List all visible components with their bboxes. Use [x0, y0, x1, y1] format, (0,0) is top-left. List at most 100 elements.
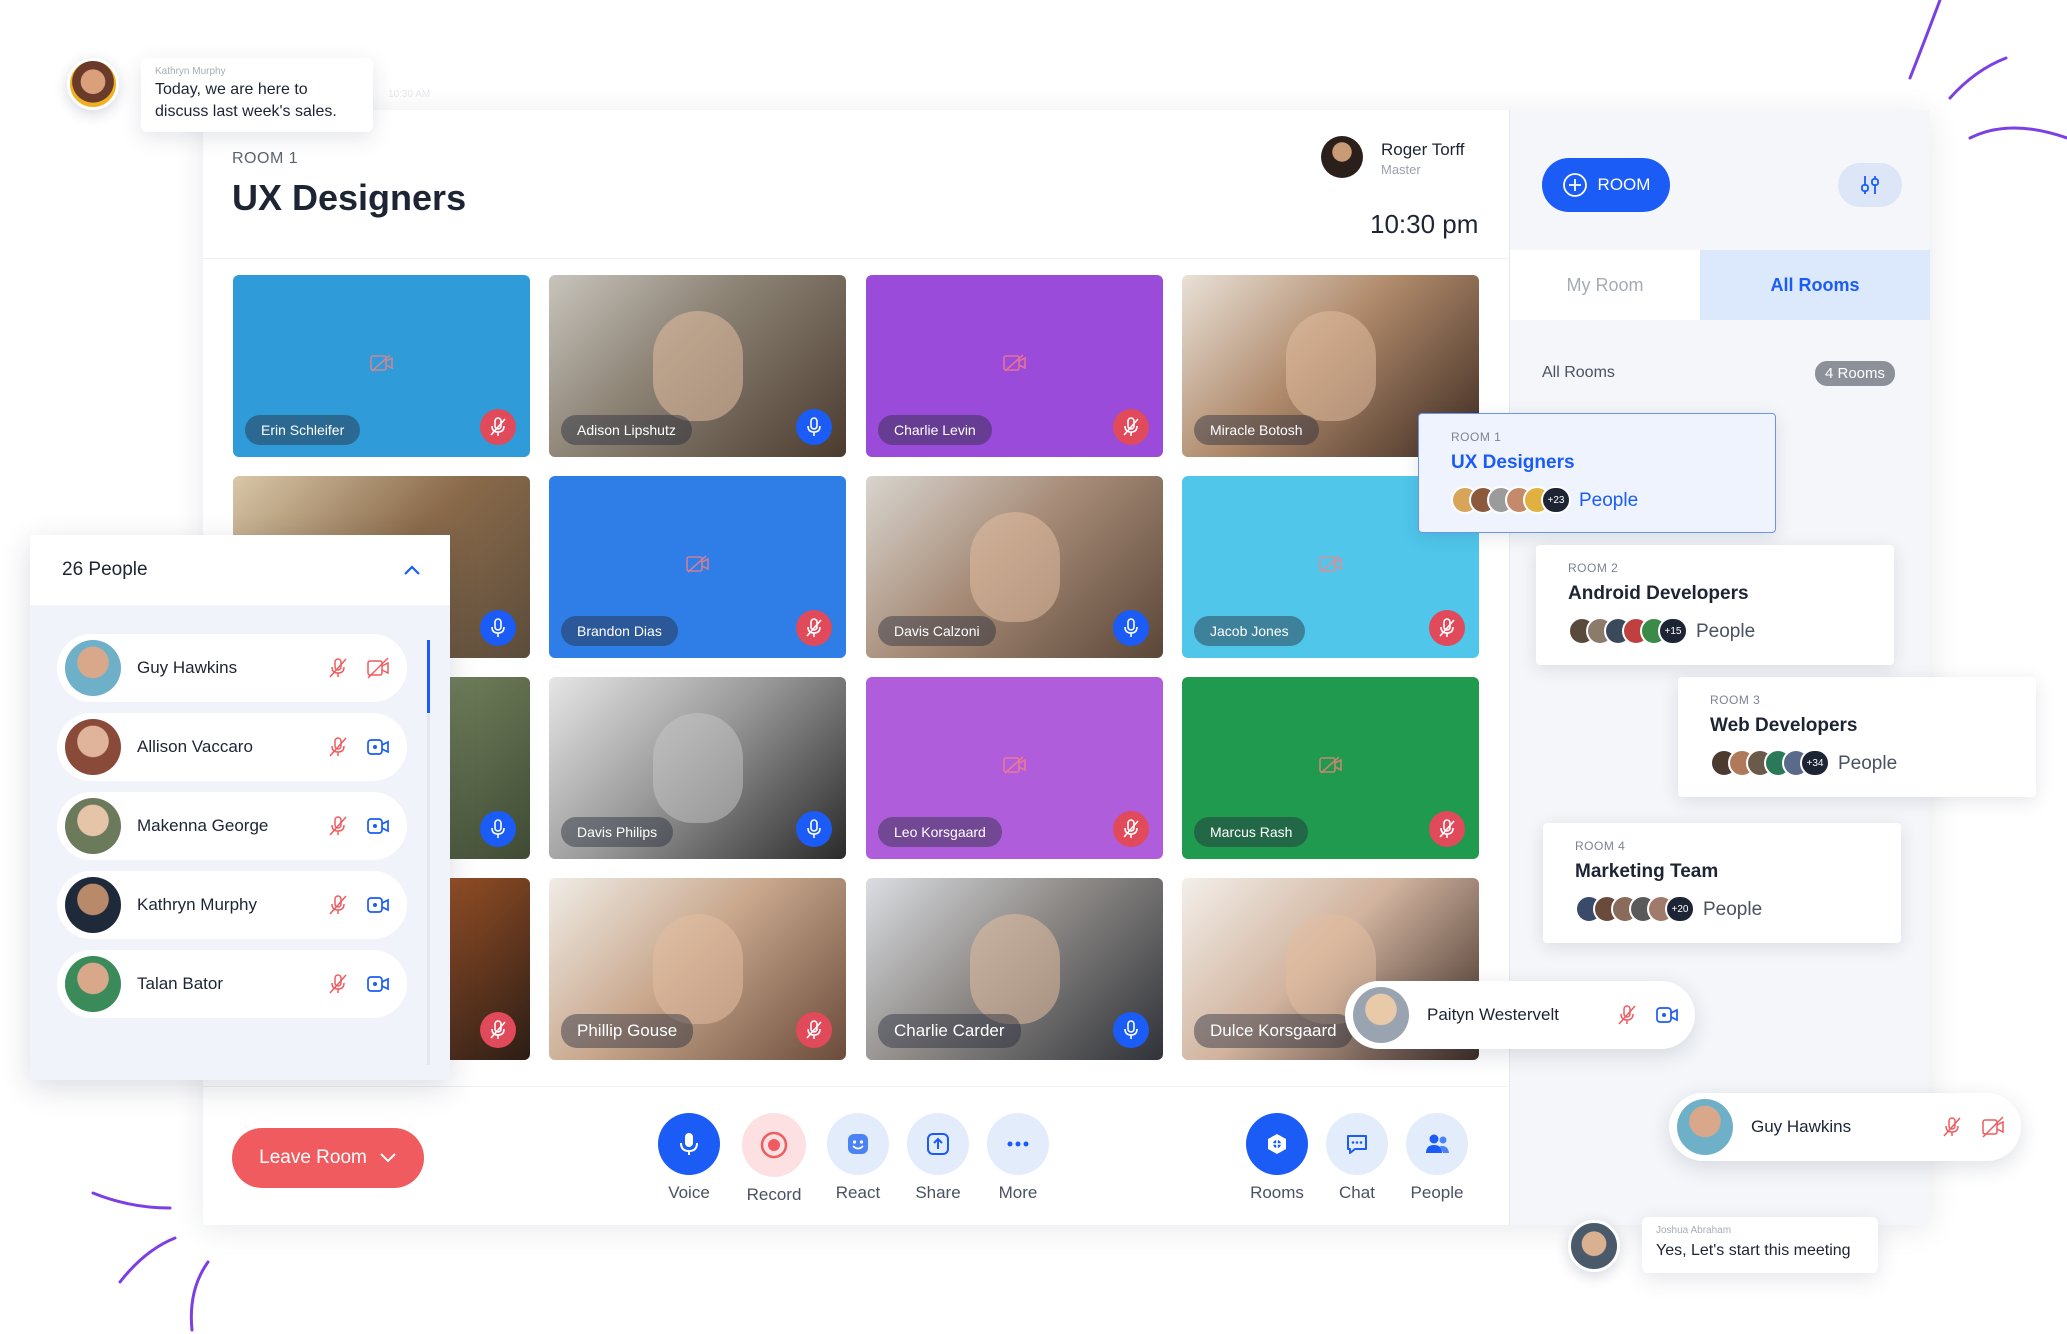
more-label: More — [998, 1183, 1038, 1202]
people-icon — [1426, 1134, 1449, 1153]
mic-off-button[interactable] — [796, 1012, 832, 1048]
video-tile[interactable]: Brandon Dias — [549, 476, 846, 658]
mic-off-button[interactable] — [796, 610, 832, 646]
mic-off-icon[interactable] — [1616, 1004, 1638, 1026]
video-icon[interactable] — [366, 736, 390, 758]
room-card-title: Web Developers — [1710, 715, 1858, 736]
video-off-icon[interactable] — [1981, 1116, 2005, 1138]
more-people-badge: +23 — [1541, 486, 1571, 514]
mic-off-icon — [806, 1020, 822, 1039]
person-row[interactable]: Talan Bator — [57, 950, 407, 1018]
floating-participant-card[interactable]: Guy Hawkins — [1669, 1093, 2021, 1161]
tab-my-room[interactable]: My Room — [1510, 250, 1700, 320]
share-screen-icon — [927, 1133, 949, 1155]
video-tile[interactable]: Adison Lipshutz — [549, 275, 846, 457]
person-row[interactable]: Allison Vaccaro — [57, 713, 407, 781]
mic-off-icon[interactable] — [1941, 1116, 1963, 1138]
person-row[interactable]: Makenna George — [57, 792, 407, 860]
mic-icon — [807, 819, 821, 838]
header-divider — [203, 258, 1508, 259]
video-off-icon[interactable] — [366, 657, 390, 679]
floating-participant-card[interactable]: Paityn Westervelt — [1345, 981, 1695, 1049]
mic-off-button[interactable] — [480, 409, 516, 445]
mic-on-button[interactable] — [1113, 610, 1149, 646]
mic-icon — [491, 618, 505, 637]
participant-name: Phillip Gouse — [561, 1014, 694, 1048]
participant-video — [652, 713, 743, 824]
video-tile[interactable]: Erin Schleifer — [233, 275, 530, 457]
mic-on-button[interactable] — [796, 811, 832, 847]
mic-on-button[interactable] — [480, 610, 516, 646]
share-button[interactable] — [907, 1113, 969, 1175]
record-button[interactable] — [742, 1113, 806, 1177]
mic-off-button[interactable] — [1113, 409, 1149, 445]
chat-button[interactable] — [1326, 1113, 1388, 1175]
video-icon[interactable] — [366, 973, 390, 995]
video-off-icon — [1318, 756, 1342, 774]
video-tile[interactable]: Leo Korsgaard — [866, 677, 1163, 859]
room-card[interactable]: ROOM 4 Marketing Team +20 People — [1543, 823, 1901, 943]
video-tile[interactable]: Charlie Levin — [866, 275, 1163, 457]
mic-icon — [807, 417, 821, 436]
video-tile[interactable]: Phillip Gouse — [549, 878, 846, 1060]
room-card[interactable]: ROOM 2 Android Developers +15 People — [1536, 545, 1894, 665]
participant-name: Davis Calzoni — [878, 616, 996, 646]
emoji-icon — [848, 1134, 868, 1154]
more-people-badge: +20 — [1665, 895, 1695, 923]
mic-on-button[interactable] — [1113, 1012, 1149, 1048]
room-card-label: ROOM 1 — [1451, 430, 1502, 444]
more-people-badge: +15 — [1658, 617, 1688, 645]
person-row[interactable]: Guy Hawkins — [57, 634, 407, 702]
mic-off-icon[interactable] — [327, 973, 349, 995]
chat-text-line: Today, we are here to — [155, 81, 308, 98]
mic-off-button[interactable] — [1429, 610, 1465, 646]
mic-off-button[interactable] — [1429, 811, 1465, 847]
react-button[interactable] — [827, 1113, 889, 1175]
mic-off-icon[interactable] — [327, 657, 349, 679]
mic-on-button[interactable] — [480, 811, 516, 847]
video-tile[interactable]: Charlie Carder — [866, 878, 1163, 1060]
mic-on-button[interactable] — [796, 409, 832, 445]
video-off-icon — [1318, 555, 1342, 573]
chat-text-line: Yes, Let's start this meeting — [1656, 1242, 1851, 1259]
chevron-up-icon[interactable] — [402, 562, 422, 578]
person-name: Paityn Westervelt — [1427, 1005, 1559, 1024]
add-room-button[interactable]: ROOM — [1542, 158, 1670, 212]
participant-name: Charlie Levin — [878, 415, 992, 445]
person-name: Guy Hawkins — [1751, 1117, 1852, 1136]
room-card-people: People — [1838, 753, 1898, 774]
people-button[interactable] — [1406, 1113, 1468, 1175]
person-name: Allison Vaccaro — [137, 737, 253, 756]
video-tile[interactable]: Davis Calzoni — [866, 476, 1163, 658]
mic-off-icon[interactable] — [327, 894, 349, 916]
video-icon[interactable] — [366, 815, 390, 837]
mic-off-icon[interactable] — [327, 815, 349, 837]
mic-off-icon — [490, 1020, 506, 1039]
plus-circle-icon — [1562, 173, 1587, 197]
participant-name: Dulce Korsgaard — [1194, 1014, 1353, 1048]
leave-room-button[interactable]: Leave Room — [232, 1128, 424, 1188]
avatar — [67, 58, 119, 110]
mic-off-button[interactable] — [1113, 811, 1149, 847]
room-card[interactable]: ROOM 1 UX Designers +23 People — [1418, 413, 1776, 533]
chat-text-line: discuss last week's sales. — [155, 103, 337, 120]
room-card[interactable]: ROOM 3 Web Developers +34 People — [1678, 677, 2036, 797]
filter-button[interactable] — [1838, 163, 1902, 207]
participant-video — [969, 914, 1060, 1025]
host-avatar[interactable] — [1321, 136, 1363, 178]
voice-button[interactable] — [658, 1113, 720, 1175]
tab-all-rooms[interactable]: All Rooms — [1700, 250, 1930, 320]
mic-off-button[interactable] — [480, 1012, 516, 1048]
mic-off-icon[interactable] — [327, 736, 349, 758]
avatar — [65, 798, 121, 854]
person-name: Kathryn Murphy — [137, 895, 257, 914]
host-role: Master — [1381, 162, 1421, 177]
video-tile[interactable]: Davis Philips — [549, 677, 846, 859]
person-row[interactable]: Kathryn Murphy — [57, 871, 407, 939]
video-icon[interactable] — [366, 894, 390, 916]
video-icon[interactable] — [1655, 1004, 1679, 1026]
people-scrollbar-thumb[interactable] — [427, 640, 430, 713]
rooms-button[interactable] — [1246, 1113, 1308, 1175]
video-tile[interactable]: Marcus Rash — [1182, 677, 1479, 859]
more-button[interactable] — [987, 1113, 1049, 1175]
